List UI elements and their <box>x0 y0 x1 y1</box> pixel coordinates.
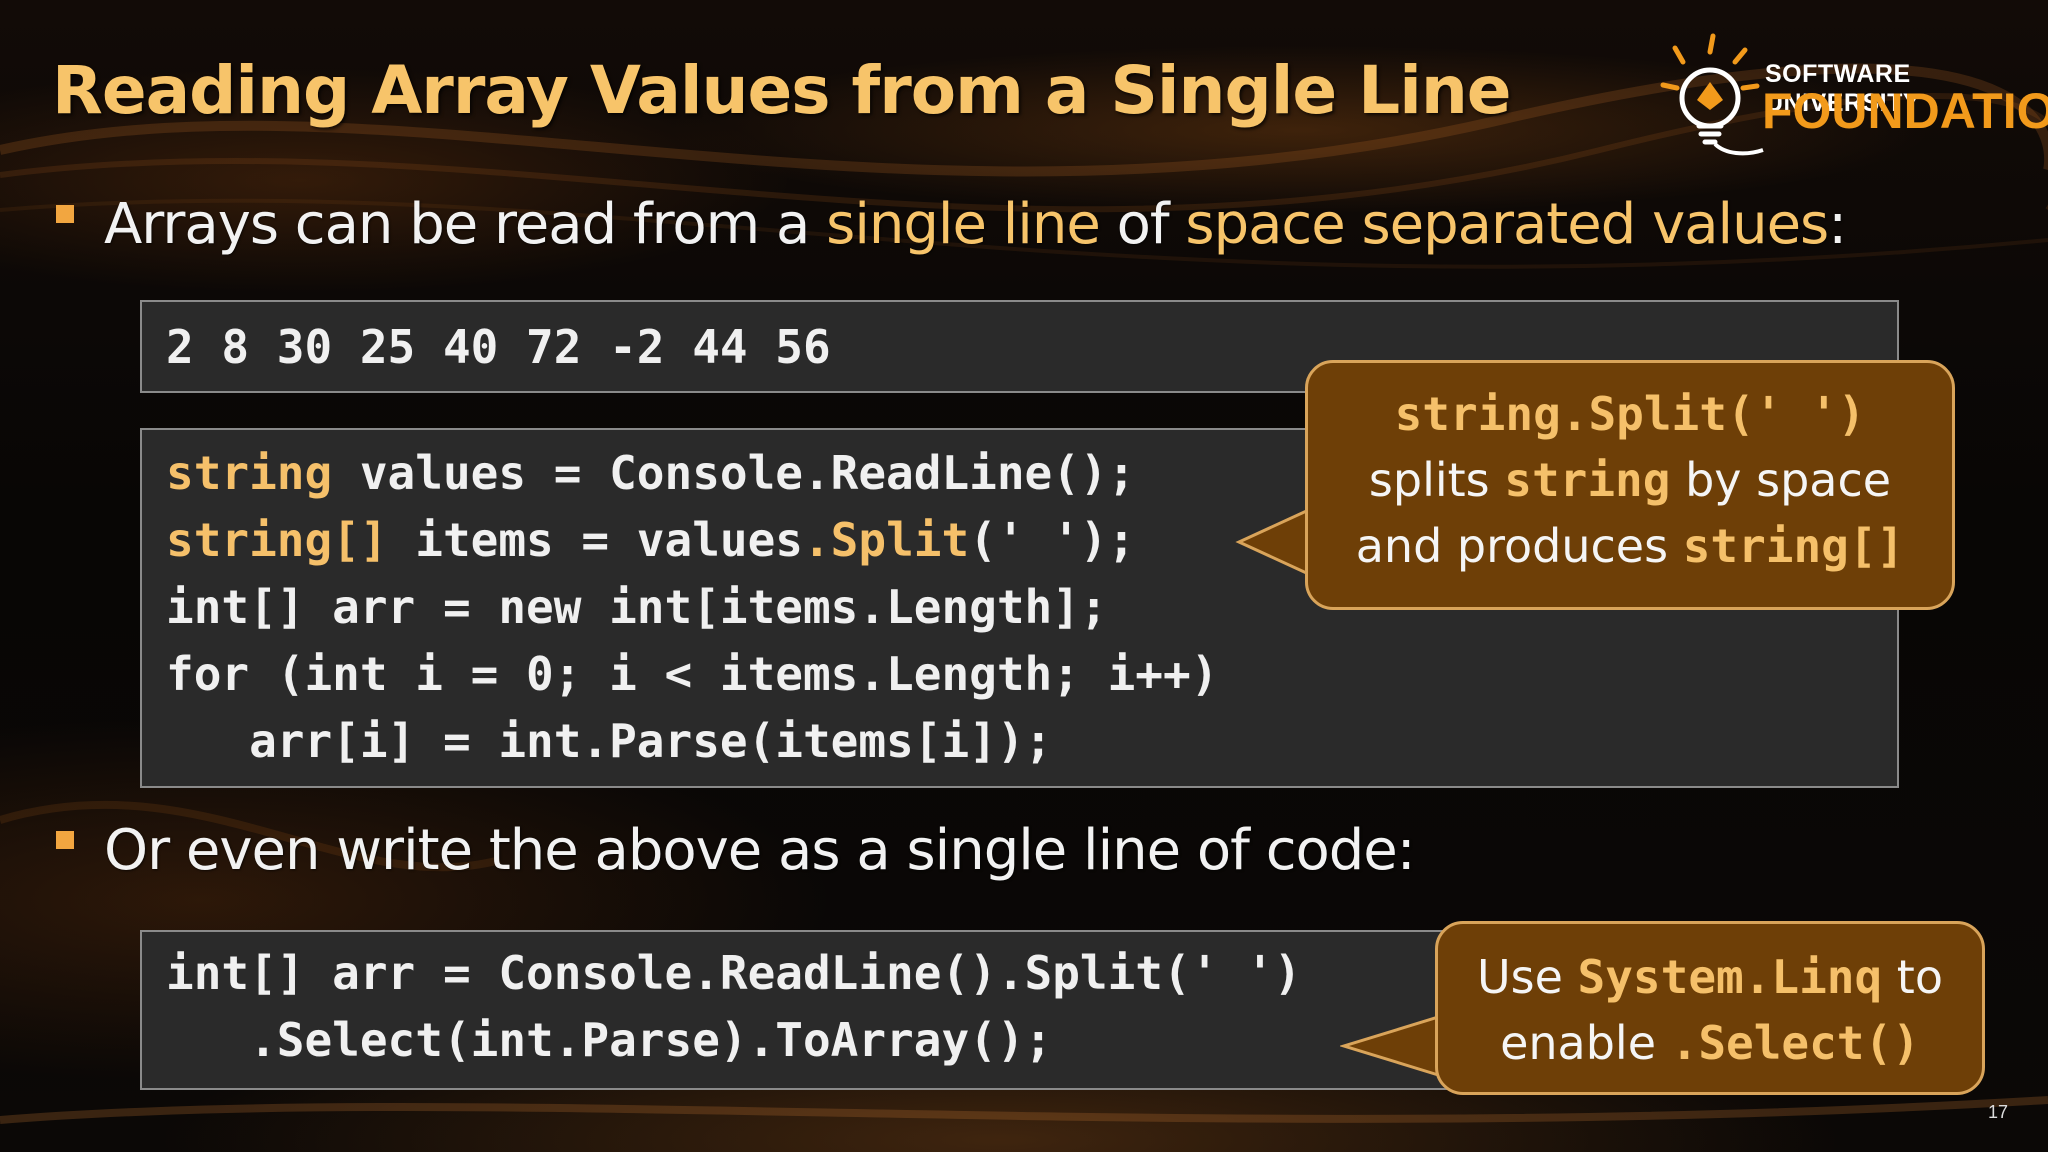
code-block-linq: int[] arr = Console.ReadLine().Split(' '… <box>140 930 1540 1090</box>
callout2-text-d: enable <box>1500 1016 1671 1070</box>
code1-line-3: int[] arr = new int[items.Length]; <box>166 580 1108 634</box>
callout1-code: string.Split(' ') <box>1394 387 1866 441</box>
lightbulb-icon <box>1660 33 1764 156</box>
callout2-text-c: to <box>1882 950 1943 1004</box>
slide-title: Reading Array Values from a Single Line <box>52 52 1512 129</box>
logo-bottom-text: FOUNDATION <box>1762 83 2048 139</box>
bullet-square-icon <box>56 204 74 223</box>
code1-line-4: for (int i = 0; i < items.Length; i++) <box>166 647 1219 701</box>
callout2-pointer <box>1340 1012 1449 1080</box>
code1-line2-keyword: string[] <box>166 513 388 567</box>
code1-line2-rest: (' '); <box>969 513 1136 567</box>
bullet2-text: Or even write the above as a single line… <box>104 818 1416 883</box>
bullet-single-line-code: Or even write the above as a single line… <box>56 818 1416 883</box>
callout-split-explanation: string.Split(' ') splits string by space… <box>1305 360 1955 610</box>
softuni-logo: SOFTWARE UNIVERSITY FOUNDATION <box>1655 30 2048 160</box>
callout2-text-a: Use <box>1476 950 1578 1004</box>
bullet1-text-3: : <box>1828 192 1847 257</box>
callout-linq-explanation: Use System.Linq to enable .Select() <box>1435 921 1985 1095</box>
bullet1-text-1: Arrays can be read from a <box>104 192 827 257</box>
code1-line-5: arr[i] = int.Parse(items[i]); <box>166 714 1053 768</box>
callout1-text-a: splits <box>1368 453 1505 507</box>
bullet1-highlight-1: single line <box>826 192 1101 257</box>
bullet-square-icon <box>56 830 74 849</box>
code1-line1-keyword: string <box>166 446 333 500</box>
callout1-text-d: and produces <box>1355 519 1683 573</box>
code1-line-2: string[] items = values.Split(' '); <box>166 513 1135 567</box>
bullet-arrays-single-line: Arrays can be read from a single line of… <box>56 192 1847 257</box>
bullet1-text-2: of <box>1099 192 1186 257</box>
callout2-code-b: System.Linq <box>1577 950 1883 1004</box>
code1-line2-mid: items = values <box>387 513 803 567</box>
callout1-text-c: by space <box>1670 453 1892 507</box>
code1-line2-split: .Split <box>802 513 970 567</box>
input-example-text: 2 8 30 25 40 72 -2 44 56 <box>166 320 831 374</box>
code1-line-1: string values = Console.ReadLine(); <box>166 446 1135 500</box>
callout1-code-e: string[] <box>1682 519 1905 573</box>
callout1-pointer <box>1235 506 1314 578</box>
page-number: 17 <box>1988 1102 2009 1122</box>
code2-line-1: int[] arr = Console.ReadLine().Split(' '… <box>166 946 1302 1000</box>
callout1-code-b: string <box>1504 453 1671 507</box>
callout2-code-e: .Select() <box>1670 1016 1920 1070</box>
code2-line-2: .Select(int.Parse).ToArray(); <box>166 1013 1053 1067</box>
code1-line1-rest: values = Console.ReadLine(); <box>332 446 1136 500</box>
bullet1-highlight-2: space separated values <box>1185 192 1829 257</box>
